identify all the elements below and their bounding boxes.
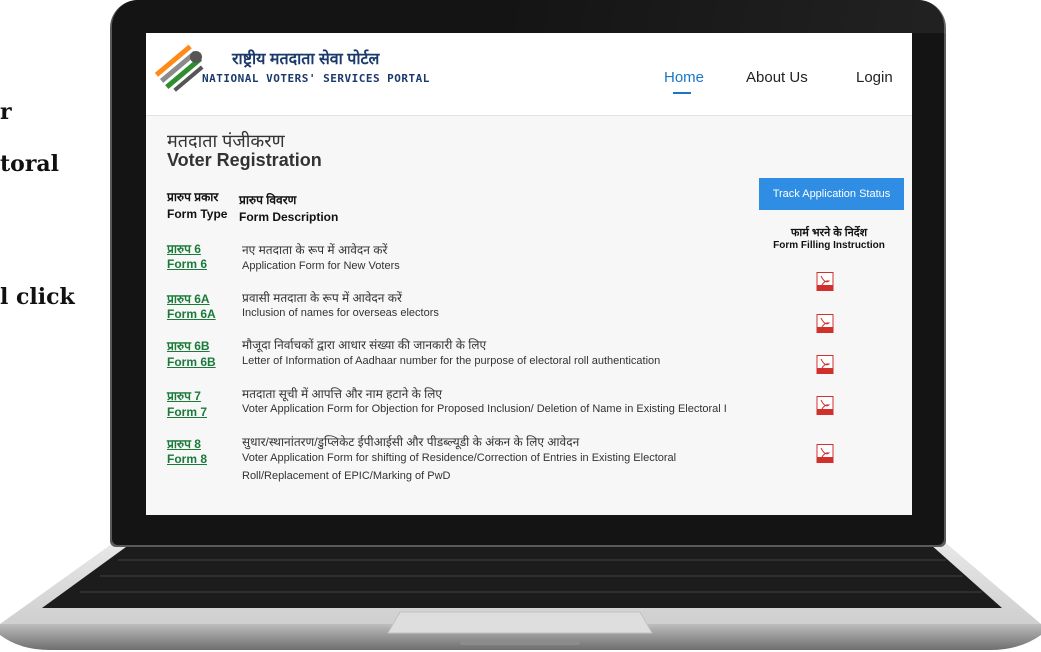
navbar: राष्ट्रीय मतदाता सेवा पोर्टल NATIONAL VO… bbox=[146, 33, 912, 116]
form-6b-description-hindi: मौजूदा निर्वाचकों द्वारा आधार संख्या की … bbox=[242, 338, 487, 352]
portal-name-hindi: राष्ट्रीय मतदाता सेवा पोर्टल bbox=[232, 51, 380, 68]
form-6a-link[interactable]: Form 6A bbox=[167, 307, 216, 321]
form-6a-description-hindi: प्रवासी मतदाता के रूप में आवेदन करें bbox=[242, 291, 402, 305]
form-6-link[interactable]: Form 6 bbox=[167, 257, 207, 271]
form-filling-instruction: Form Filling Instruction bbox=[773, 240, 885, 251]
form-6b-description: Letter of Information of Aadhaar number … bbox=[242, 355, 661, 367]
pdf-icon[interactable] bbox=[816, 314, 834, 333]
nav-home-underline bbox=[673, 92, 691, 94]
form-6-link-hindi[interactable]: प्रारुप 6 bbox=[167, 240, 201, 257]
form-filling-instruction-hindi: फार्म भरने के निर्देश bbox=[790, 227, 868, 239]
form-6a-description: Inclusion of names for overseas electors bbox=[242, 307, 439, 319]
form-8-description-hindi: सुधार/स्थानांतरण/डुप्लिकेट ईपीआईसी और पी… bbox=[242, 435, 580, 449]
form-8-link[interactable]: Form 8 bbox=[167, 452, 207, 466]
header-form-description: Form Description bbox=[239, 210, 339, 224]
track-application-status-button[interactable]: Track Application Status bbox=[759, 178, 904, 210]
form-6b-link[interactable]: Form 6B bbox=[167, 355, 216, 369]
pdf-icon[interactable] bbox=[816, 272, 834, 291]
form-7-link[interactable]: Form 7 bbox=[167, 405, 207, 419]
nav-login[interactable]: Login bbox=[856, 69, 893, 86]
header-form-type-hindi: प्रारुप प्रकार bbox=[167, 190, 219, 204]
screen-glare bbox=[500, 0, 950, 33]
pdf-icon[interactable] bbox=[816, 444, 834, 463]
laptop-base bbox=[0, 538, 1041, 650]
laptop-screen: राष्ट्रीय मतदाता सेवा पोर्टल NATIONAL VO… bbox=[146, 33, 912, 515]
eci-logo bbox=[154, 44, 204, 92]
slide-text-line-2: toral bbox=[0, 151, 60, 177]
form-6-description: Application Form for New Voters bbox=[242, 260, 400, 272]
form-7-description-hindi: मतदाता सूची में आपत्ति और नाम हटाने के ल… bbox=[242, 387, 443, 401]
slide-text-line-3: l click bbox=[0, 284, 75, 310]
page-title: Voter Registration bbox=[167, 150, 322, 170]
nav-about-us[interactable]: About Us bbox=[746, 69, 808, 86]
form-7-link-hindi[interactable]: प्रारुप 7 bbox=[167, 387, 201, 404]
slide-text-line-1: r bbox=[0, 99, 12, 125]
form-8-description: Voter Application Form for shifting of R… bbox=[242, 452, 677, 464]
form-6a-link-hindi[interactable]: प्रारुप 6A bbox=[167, 290, 210, 307]
form-6b-link-hindi[interactable]: प्रारुप 6B bbox=[167, 337, 210, 354]
portal-name-english: NATIONAL VOTERS' SERVICES PORTAL bbox=[202, 72, 430, 85]
form-7-description: Voter Application Form for Objection for… bbox=[242, 403, 727, 415]
pdf-icon[interactable] bbox=[816, 355, 834, 374]
header-form-type: Form Type bbox=[167, 207, 228, 221]
nav-home[interactable]: Home bbox=[664, 69, 704, 86]
form-8-link-hindi[interactable]: प्रारुप 8 bbox=[167, 435, 201, 452]
form-8-description-line-2: Roll/Replacement of EPIC/Marking of PwD bbox=[242, 470, 451, 482]
pdf-icon[interactable] bbox=[816, 396, 834, 415]
form-6-description-hindi: नए मतदाता के रूप में आवेदन करें bbox=[242, 243, 388, 257]
header-form-description-hindi: प्रारुप विवरण bbox=[239, 193, 297, 207]
